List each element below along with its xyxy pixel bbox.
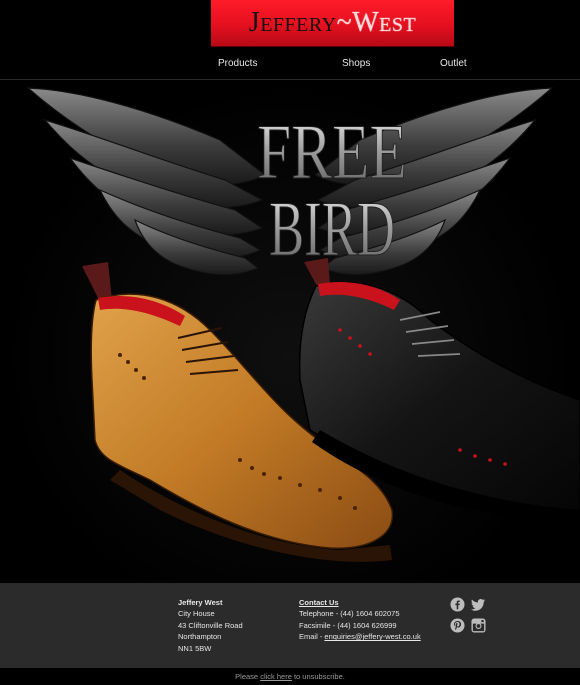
main-nav: Products Shops Outlet <box>0 58 580 78</box>
twitter-icon[interactable] <box>471 597 486 612</box>
facebook-icon[interactable] <box>450 597 465 612</box>
brand-logo[interactable]: Jeffery ~ West <box>211 0 454 46</box>
footer: Jeffery West City House 43 Cliftonville … <box>0 583 580 668</box>
footer-address-line: City House <box>178 609 215 619</box>
hero-banner[interactable]: FREE BIRD <box>0 80 580 583</box>
footer-address-title: Jeffery West <box>178 598 223 607</box>
header: Jeffery ~ West Products Shops Outlet <box>0 0 580 80</box>
nav-outlet-link[interactable]: Outlet <box>440 58 467 69</box>
logo-text-left: Jeffery <box>248 7 337 38</box>
unsubscribe-suffix: to unsubscribe. <box>291 672 345 681</box>
left-wing-graphic <box>26 87 267 276</box>
brand-logo-text: Jeffery ~ West <box>211 0 454 46</box>
footer-address: Jeffery West City House 43 Cliftonville … <box>178 597 243 654</box>
pinterest-icon[interactable] <box>450 618 465 633</box>
email-page: Jeffery ~ West Products Shops Outlet FRE… <box>0 0 580 682</box>
logo-text-sep: ~ <box>336 7 353 38</box>
hero-headline-line1: FREE <box>257 108 407 195</box>
footer-email-link[interactable]: enquiries@jeffery-west.co.uk <box>324 632 420 641</box>
footer-facsimile: Facsimile - (44) 1604 626999 <box>299 620 397 630</box>
hero-headline-line2: BIRD <box>269 185 395 272</box>
footer-address-line: NN1 5BW <box>178 643 212 653</box>
footer-email-row: Email - enquiries@jeffery-west.co.uk <box>299 631 421 642</box>
footer-address-line: Northampton <box>178 632 222 642</box>
logo-text-right: West <box>352 7 417 38</box>
hero-illustration: FREE BIRD <box>26 87 580 562</box>
unsubscribe-prefix: Please <box>235 672 261 681</box>
footer-contact-title[interactable]: Contact Us <box>299 597 421 608</box>
footer-email-label: Email - <box>299 632 325 642</box>
nav-shops-link[interactable]: Shops <box>342 58 370 69</box>
nav-products-link[interactable]: Products <box>218 58 257 69</box>
footer-telephone: Telephone - (44) 1604 602075 <box>299 609 400 619</box>
footer-contact: Contact Us Telephone - (44) 1604 602075 … <box>299 597 421 643</box>
instagram-icon[interactable] <box>471 618 486 633</box>
unsubscribe-bar: Please click here to unsubscribe. <box>0 668 580 682</box>
social-icons <box>450 597 490 637</box>
unsubscribe-link[interactable]: click here <box>260 672 292 681</box>
footer-address-line: 43 Cliftonville Road <box>178 620 243 630</box>
